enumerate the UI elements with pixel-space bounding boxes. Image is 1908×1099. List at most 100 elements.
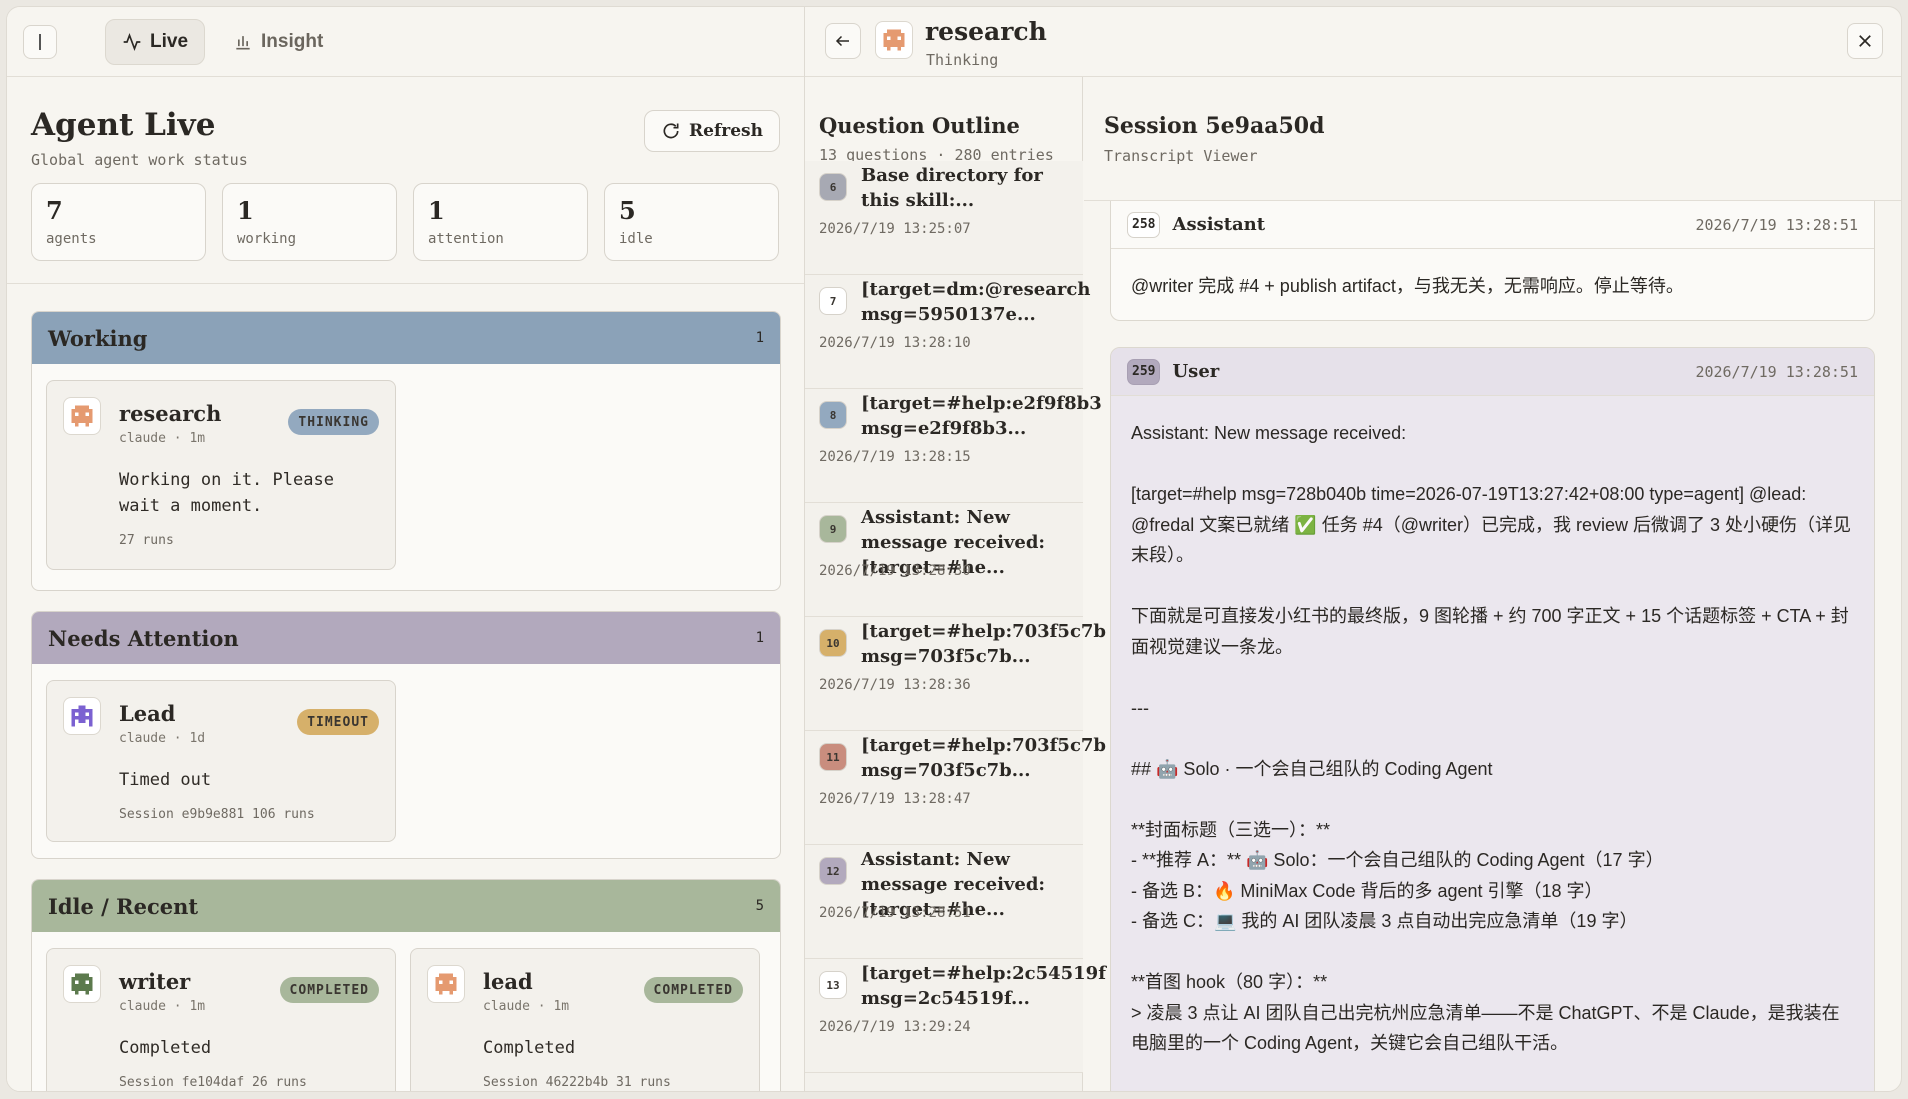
question-title: [target=#help:703f5c7b msg=703f5c7b...: [861, 621, 1107, 667]
question-title: [target=#help:e2f9f8b3 msg=e2f9f8b3...: [861, 393, 1102, 439]
question-number-badge: 13: [819, 971, 847, 999]
agent-meta: claude · 1m: [119, 999, 206, 1014]
arrow-left-icon: [835, 35, 849, 47]
stats-row: 7 agents 1 working 1 attention 5 idle: [31, 183, 779, 261]
outline-item[interactable]: 7 [target=dm:@research msg=5950137e... 202…: [805, 275, 1090, 389]
stat-label: idle: [619, 231, 653, 247]
section-title: Needs Attention: [48, 625, 239, 651]
refresh-icon: [663, 123, 679, 139]
stat-label: working: [237, 231, 297, 247]
section-title: Idle / Recent: [48, 893, 199, 919]
session-subtitle: Transcript Viewer: [1104, 147, 1258, 165]
agent-card-lead-recent[interactable]: lead claude · 1m COMPLETED Completed Ses…: [410, 948, 760, 1091]
agent-footer: 27 runs: [119, 533, 174, 548]
question-title: [target=#help:2c54519f msg=2c54519f...: [861, 963, 1106, 1009]
message-role: User: [1172, 361, 1220, 382]
question-number-badge: 12: [819, 857, 847, 885]
refresh-label: Refresh: [689, 121, 763, 141]
message-index: 259: [1127, 358, 1161, 385]
agent-name: writer: [119, 969, 191, 994]
question-time: 2026/7/19 13:28:47: [819, 791, 971, 807]
outline-item[interactable]: 8 [target=#help:e2f9f8b3 msg=e2f9f8b3... 2…: [805, 389, 1102, 503]
question-title: Base directory for this skill:...: [861, 165, 1043, 211]
tab-live-label: Live: [150, 30, 189, 52]
agent-detail-panel: research Thinking Question Outline 13 qu…: [805, 7, 1901, 1091]
detail-agent-name: research: [925, 17, 1047, 46]
question-outline: Question Outline 13 questions · 280 entr…: [805, 77, 1107, 1091]
agent-card-lead[interactable]: Lead claude · 1d TIMEOUT Timed out Sessi…: [46, 680, 396, 842]
agent-message: Completed: [119, 1038, 212, 1058]
agent-footer: Session e9b9e881 106 runs: [119, 807, 315, 822]
stat-working: 1 working: [222, 183, 397, 261]
bar-chart-icon: [236, 35, 250, 49]
question-time: 2026/7/19 13:28:30: [819, 563, 971, 579]
outline-item[interactable]: 10 [target=#help:703f5c7b msg=703f5c7b...…: [805, 617, 1107, 731]
outline-item[interactable]: 6 Base directory for this skill:... 2026/7…: [805, 161, 1083, 275]
message-time: 2026/7/19 13:28:51: [1695, 362, 1858, 381]
agent-card-writer[interactable]: writer claude · 1m COMPLETED Completed S…: [46, 948, 396, 1091]
sidebar-toggle-button[interactable]: [23, 24, 57, 59]
section-title: Working: [48, 325, 148, 351]
agent-name: research: [119, 401, 222, 426]
stat-idle: 5 idle: [604, 183, 779, 261]
question-time: 2026/7/19 13:29:24: [819, 1019, 971, 1035]
agent-avatar: [63, 697, 101, 735]
section-count: 1: [755, 630, 764, 646]
question-number-badge: 10: [819, 629, 847, 657]
outline-item[interactable]: 12 Assistant: New message received: [targ…: [805, 845, 1083, 959]
agent-footer: Session 46222b4b 31 runs: [483, 1075, 671, 1090]
outline-item[interactable]: 11 [target=#help:703f5c7b msg=703f5c7b...…: [805, 731, 1106, 845]
section-header[interactable]: Idle / Recent 5: [32, 880, 780, 932]
session-header: Session 5e9aa50d Transcript Viewer: [1084, 77, 1901, 201]
stat-value: 1: [237, 196, 254, 225]
stat-value: 1: [428, 196, 445, 225]
back-button[interactable]: [825, 23, 861, 59]
stat-label: agents: [46, 231, 97, 247]
status-badge: TIMEOUT: [297, 709, 379, 735]
question-number-badge: 11: [819, 743, 847, 771]
invader-purple-icon: [71, 705, 93, 727]
agent-meta: claude · 1m: [119, 431, 206, 446]
page-title: Agent Live: [31, 107, 216, 143]
session-title: Session 5e9aa50d: [1104, 113, 1325, 139]
app-window: Live Insight Agent Live Global agent wor…: [6, 6, 1902, 1092]
message-body: Assistant: New message received: [target…: [1131, 423, 1852, 1053]
status-badge: THINKING: [288, 409, 379, 435]
agent-name: lead: [483, 969, 533, 994]
agent-avatar: [63, 397, 101, 435]
section-header[interactable]: Working 1: [32, 312, 780, 364]
robot-orange-icon: [435, 973, 457, 995]
detail-header: research Thinking: [805, 7, 1901, 77]
question-time: 2026/7/19 13:28:51: [819, 905, 971, 921]
question-number-badge: 6: [819, 173, 847, 201]
outline-item[interactable]: 13 [target=#help:2c54519f msg=2c54519f...…: [805, 959, 1106, 1073]
stat-label: attention: [428, 231, 504, 247]
agent-footer: Session fe104daf 26 runs: [119, 1075, 307, 1090]
question-time: 2026/7/19 13:28:15: [819, 449, 971, 465]
section-count: 5: [755, 898, 764, 914]
section-count: 1: [755, 330, 764, 346]
close-button[interactable]: [1847, 23, 1883, 59]
status-badge: COMPLETED: [643, 977, 743, 1003]
tab-live[interactable]: Live: [105, 18, 206, 65]
page-header: Agent Live Global agent work status: [31, 107, 248, 169]
top-bar: Live Insight: [7, 7, 804, 77]
section-working: Working 1 research claude · 1m THINKING …: [31, 311, 781, 591]
agent-card-research[interactable]: research claude · 1m THINKING Working on…: [46, 380, 396, 570]
agent-live-panel: Live Insight Agent Live Global agent wor…: [7, 7, 805, 1091]
refresh-button[interactable]: Refresh: [644, 110, 780, 152]
agent-avatar: [63, 965, 101, 1003]
page-subtitle: Global agent work status: [31, 151, 248, 169]
question-time: 2026/7/19 13:28:36: [819, 677, 971, 693]
message-index: 258: [1127, 211, 1161, 238]
section-header[interactable]: Needs Attention 1: [32, 612, 780, 664]
tab-insight[interactable]: Insight: [217, 19, 339, 65]
message-header: 259 User 2026/7/19 13:28:51: [1111, 348, 1874, 396]
question-time: 2026/7/19 13:28:10: [819, 335, 971, 351]
message-time: 2026/7/19 13:28:51: [1695, 215, 1858, 234]
outline-item[interactable]: 9 Assistant: New message received: [targe…: [805, 503, 1083, 617]
status-badge: COMPLETED: [279, 977, 379, 1003]
robot-green-icon: [71, 973, 93, 995]
agent-name: Lead: [119, 701, 176, 726]
message-user: 259 User 2026/7/19 13:28:51 Assistant: N…: [1110, 347, 1875, 1091]
